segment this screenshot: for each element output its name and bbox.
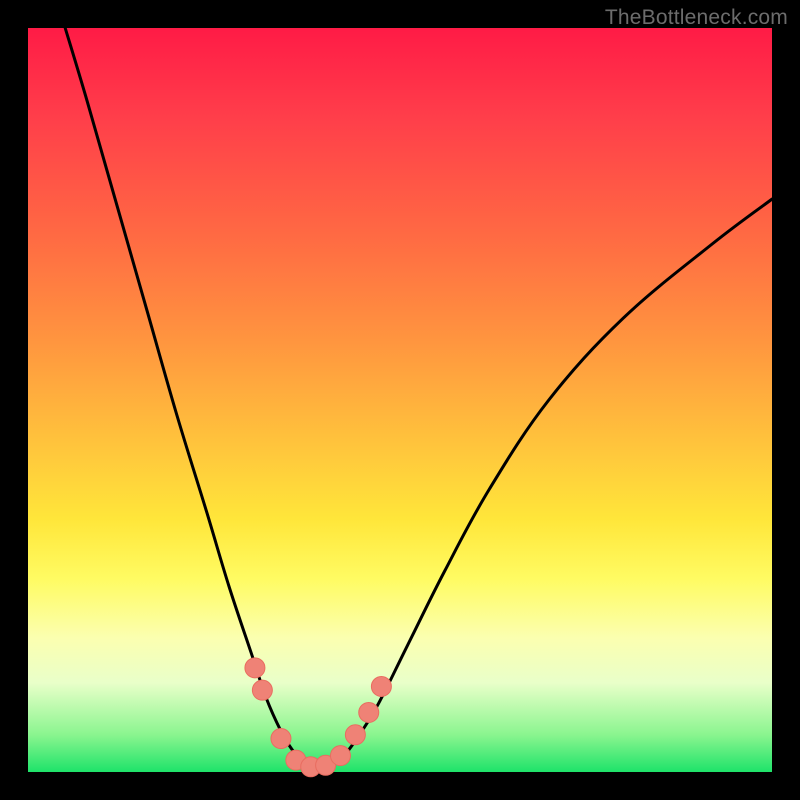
chart-frame: TheBottleneck.com — [0, 0, 800, 800]
curve-group — [65, 28, 772, 768]
plot-area — [28, 28, 772, 772]
markers-group — [245, 658, 391, 777]
curve-marker — [359, 702, 379, 722]
curve-marker — [371, 676, 391, 696]
watermark-text: TheBottleneck.com — [605, 6, 788, 30]
curve-marker — [345, 725, 365, 745]
chart-svg — [28, 28, 772, 772]
curve-marker — [245, 658, 265, 678]
curve-marker — [252, 680, 272, 700]
bottleneck-curve — [65, 28, 772, 768]
curve-marker — [330, 746, 350, 766]
curve-marker — [271, 729, 291, 749]
